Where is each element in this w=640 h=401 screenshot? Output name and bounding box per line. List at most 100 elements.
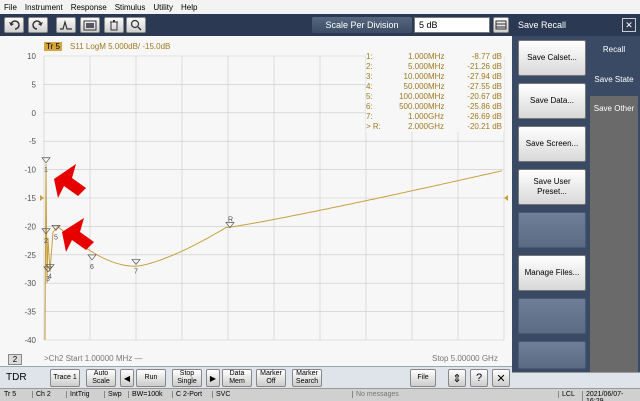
run-button[interactable]: Run bbox=[136, 369, 166, 387]
delete-button[interactable] bbox=[104, 17, 124, 33]
y-tick-label: -40 bbox=[24, 336, 36, 345]
scroll-right-button[interactable]: ▶ bbox=[206, 369, 220, 387]
marker-id: 1: bbox=[366, 52, 373, 61]
marker-row: 4: 50.000 MHz -27.55 dB bbox=[366, 82, 504, 92]
panel-close-button[interactable]: ✕ bbox=[622, 18, 636, 32]
trace-tag[interactable]: Tr 5 bbox=[44, 42, 62, 51]
marker-button[interactable] bbox=[56, 17, 76, 33]
marker-value: -8.77 dB bbox=[471, 52, 502, 61]
marker-label: 5 bbox=[54, 234, 58, 241]
marker-frequency: 50.000 bbox=[403, 82, 428, 91]
zoom-button[interactable] bbox=[126, 17, 146, 33]
y-tick-label: -25 bbox=[24, 251, 36, 260]
panel-button-area: Save Calset... Save Data... Save Screen.… bbox=[514, 36, 590, 370]
marker-row: 6: 500.000 MHz -25.86 dB bbox=[366, 102, 504, 112]
marker-value: -20.21 dB bbox=[467, 122, 502, 131]
y-tick-label: -35 bbox=[24, 308, 36, 317]
empty-softkey-3[interactable] bbox=[518, 341, 586, 369]
status-trace: Tr 5 bbox=[4, 391, 17, 398]
tab-recall[interactable]: Recall bbox=[590, 36, 638, 62]
channel-badge[interactable]: 2 bbox=[8, 354, 22, 365]
marker-row: 3: 10.000 MHz -27.94 dB bbox=[366, 72, 504, 82]
status-channel: Ch 2 bbox=[32, 391, 51, 398]
undo-button[interactable] bbox=[4, 17, 24, 33]
close-button[interactable]: ✕ bbox=[492, 369, 510, 387]
marker-label: 4 bbox=[48, 274, 52, 281]
stop-single-button[interactable]: Stop Single bbox=[172, 369, 202, 387]
updown-icon: ⇕ bbox=[452, 372, 462, 385]
marker-row: 5: 100.000 MHz -20.67 dB bbox=[366, 92, 504, 102]
marker-value: -27.55 dB bbox=[467, 82, 502, 91]
keypad-button[interactable] bbox=[493, 17, 509, 33]
redo-button[interactable] bbox=[28, 17, 48, 33]
auto-scale-button[interactable]: Auto Scale bbox=[86, 369, 116, 387]
status-port: C 2-Port bbox=[172, 391, 202, 398]
marker-off-button[interactable]: Marker Off bbox=[256, 369, 286, 387]
marker-id: 2: bbox=[366, 62, 373, 71]
redo-icon bbox=[32, 20, 43, 30]
help-icon: ? bbox=[475, 372, 483, 384]
status-svc: SVC bbox=[212, 391, 230, 398]
status-messages: No messages bbox=[352, 391, 399, 398]
status-lcl: LCL bbox=[558, 391, 575, 398]
trace-chart[interactable]: 10 5 0 -5 -10 -15 -20 -25 -30 -35 -40 1234567R Tr … bbox=[0, 36, 512, 366]
menu-stimulus[interactable]: Stimulus bbox=[115, 3, 146, 12]
y-tick-label: -10 bbox=[24, 166, 36, 175]
panel-footer bbox=[512, 372, 640, 388]
help-button[interactable]: ? bbox=[470, 369, 488, 387]
marker-row: > R: 2.000 GHz -20.21 dB bbox=[366, 122, 504, 132]
menu-help[interactable]: Help bbox=[181, 3, 197, 12]
menu-response[interactable]: Response bbox=[71, 3, 107, 12]
trace-button[interactable]: Trace 1 bbox=[50, 369, 80, 387]
marker-id: > R: bbox=[366, 122, 381, 131]
marker-unit: GHz bbox=[428, 122, 444, 131]
marker-label: 1 bbox=[44, 167, 48, 174]
menu-bar: File Instrument Response Stimulus Utilit… bbox=[0, 0, 640, 14]
marker-label: 2 bbox=[44, 238, 48, 245]
menu-utility[interactable]: Utility bbox=[153, 3, 173, 12]
save-user-preset-button[interactable]: Save User Preset... bbox=[518, 169, 586, 205]
marker-row: 7: 1.000 GHz -26.69 dB bbox=[366, 112, 504, 122]
save-calset-button[interactable]: Save Calset... bbox=[518, 40, 586, 76]
marker-id: 7: bbox=[366, 112, 373, 121]
manage-files-button[interactable]: Manage Files... bbox=[518, 255, 586, 291]
scroll-left-button[interactable]: ◀ bbox=[120, 369, 134, 387]
tdr-mode-label: TDR bbox=[6, 372, 27, 383]
marker-unit: MHz bbox=[428, 62, 445, 71]
save-recall-panel: Save Recall ✕ Save Calset... Save Data..… bbox=[512, 14, 640, 372]
status-trigger: IntTrig bbox=[66, 391, 90, 398]
marker-frequency: 2.000 bbox=[407, 122, 428, 131]
marker-table: 1: 1.000 MHz -8.77 dB 2: 5.000 MHz -21.26 dB 3… bbox=[366, 52, 504, 132]
menu-file[interactable]: File bbox=[4, 3, 17, 12]
marker-frequency: 100.000 bbox=[399, 92, 428, 101]
save-data-button[interactable]: Save Data... bbox=[518, 83, 586, 119]
screenshot-icon bbox=[83, 20, 97, 31]
marker-value: -25.86 dB bbox=[467, 102, 502, 111]
scale-per-division-label[interactable]: Scale Per Division bbox=[312, 17, 412, 33]
start-frequency-label: >Ch2 Start 1.00000 MHz — bbox=[44, 354, 143, 363]
y-tick-label: -15 bbox=[24, 194, 36, 203]
tab-save-other[interactable]: Save Other bbox=[590, 96, 638, 372]
status-bandwidth: BW=100k bbox=[128, 391, 163, 398]
empty-softkey-1[interactable] bbox=[518, 212, 586, 248]
marker-frequency: 1.000 bbox=[407, 112, 428, 121]
marker-unit: MHz bbox=[428, 102, 445, 111]
empty-softkey-2[interactable] bbox=[518, 298, 586, 334]
marker-value: -27.94 dB bbox=[467, 72, 502, 81]
data-mem-button[interactable]: Data Mem bbox=[222, 369, 252, 387]
menu-instrument[interactable]: Instrument bbox=[25, 3, 63, 12]
y-tick-label: -20 bbox=[24, 222, 36, 231]
scale-value-input[interactable]: 5 dB bbox=[414, 17, 490, 33]
tab-save-state[interactable]: Save State bbox=[590, 64, 638, 94]
stop-frequency-label: Stop 5.00000 GHz bbox=[432, 354, 498, 363]
save-screen-button[interactable]: Save Screen... bbox=[518, 126, 586, 162]
arrows-button[interactable]: ⇕ bbox=[448, 369, 466, 387]
screenshot-button[interactable] bbox=[80, 17, 100, 33]
marker-unit: MHz bbox=[428, 72, 445, 81]
status-datetime: 2021/06/07-16:29 bbox=[582, 391, 640, 401]
marker-id: 3: bbox=[366, 72, 373, 81]
y-tick-label: -5 bbox=[29, 137, 37, 146]
marker-icon bbox=[60, 19, 72, 30]
marker-search-button[interactable]: Marker Search bbox=[292, 369, 322, 387]
file-menu-button[interactable]: File bbox=[410, 369, 436, 387]
